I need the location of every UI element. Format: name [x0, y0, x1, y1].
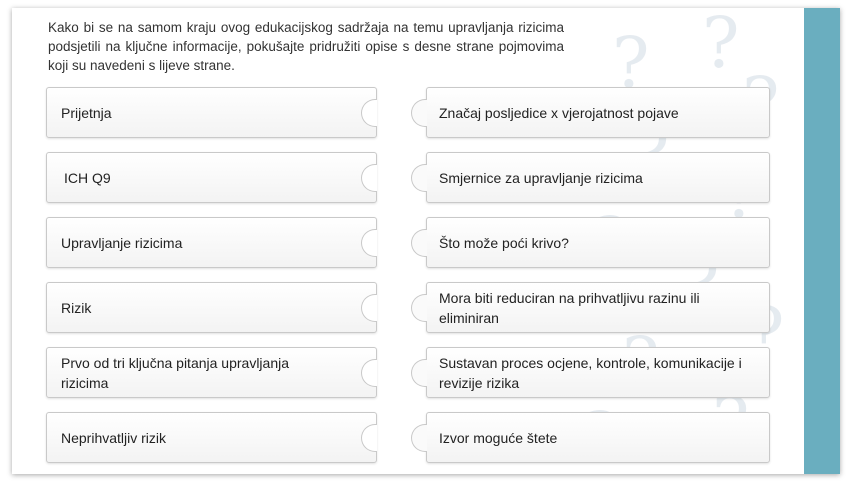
description-card[interactable]: Smjernice za upravljanje rizicima: [411, 152, 770, 203]
instructions-text: Kako bi se na samom kraju ovog edukacijs…: [48, 20, 564, 73]
term-label: ICH Q9: [64, 169, 111, 186]
description-label: Mora biti reduciran na prihvatljivu razi…: [439, 289, 700, 326]
description-card[interactable]: Sustavan proces ocjene, kontrole, komuni…: [411, 347, 770, 398]
term-card[interactable]: Neprihvatljiv rizik: [46, 412, 377, 463]
description-card[interactable]: Što može poći krivo?: [411, 217, 770, 268]
puzzle-tab: [411, 164, 427, 192]
puzzle-tab: [411, 294, 427, 322]
description-label: Što može poći krivo?: [439, 234, 569, 251]
puzzle-tab: [411, 99, 427, 127]
accent-side-bar: [804, 8, 840, 474]
puzzle-tab: [411, 359, 427, 387]
puzzle-socket: [361, 99, 377, 127]
term-label: Prvo od tri ključna pitanja upravljanja …: [61, 354, 290, 391]
term-label: Upravljanje rizicima: [61, 234, 183, 251]
term-label: Rizik: [61, 299, 92, 316]
matching-activity-slide: ? ? ? ? ? ? ? ? ? ? ? Kako bi se na samo…: [12, 8, 840, 474]
term-label: Prijetnja: [61, 104, 112, 121]
description-label: Smjernice za upravljanje rizicima: [439, 169, 643, 186]
puzzle-socket: [361, 359, 377, 387]
term-card[interactable]: Prvo od tri ključna pitanja upravljanja …: [46, 347, 377, 398]
description-label: Sustavan proces ocjene, kontrole, komuni…: [439, 354, 742, 391]
puzzle-socket: [361, 164, 377, 192]
term-card[interactable]: Upravljanje rizicima: [46, 217, 377, 268]
description-card[interactable]: Značaj posljedice x vjerojatnost pojave: [411, 87, 770, 138]
term-card[interactable]: Prijetnja: [46, 87, 377, 138]
puzzle-socket: [361, 229, 377, 257]
description-card[interactable]: Mora biti reduciran na prihvatljivu razi…: [411, 282, 770, 333]
puzzle-socket: [361, 294, 377, 322]
puzzle-socket: [361, 424, 377, 452]
term-label: Neprihvatljiv rizik: [61, 429, 167, 446]
puzzle-tab: [411, 229, 427, 257]
term-card[interactable]: Rizik: [46, 282, 377, 333]
description-label: Značaj posljedice x vjerojatnost pojave: [439, 104, 679, 121]
term-card[interactable]: ICH Q9: [46, 152, 377, 203]
puzzle-tab: [411, 424, 427, 452]
description-label: Izvor moguće štete: [439, 429, 558, 446]
description-card[interactable]: Izvor moguće štete: [411, 412, 770, 463]
